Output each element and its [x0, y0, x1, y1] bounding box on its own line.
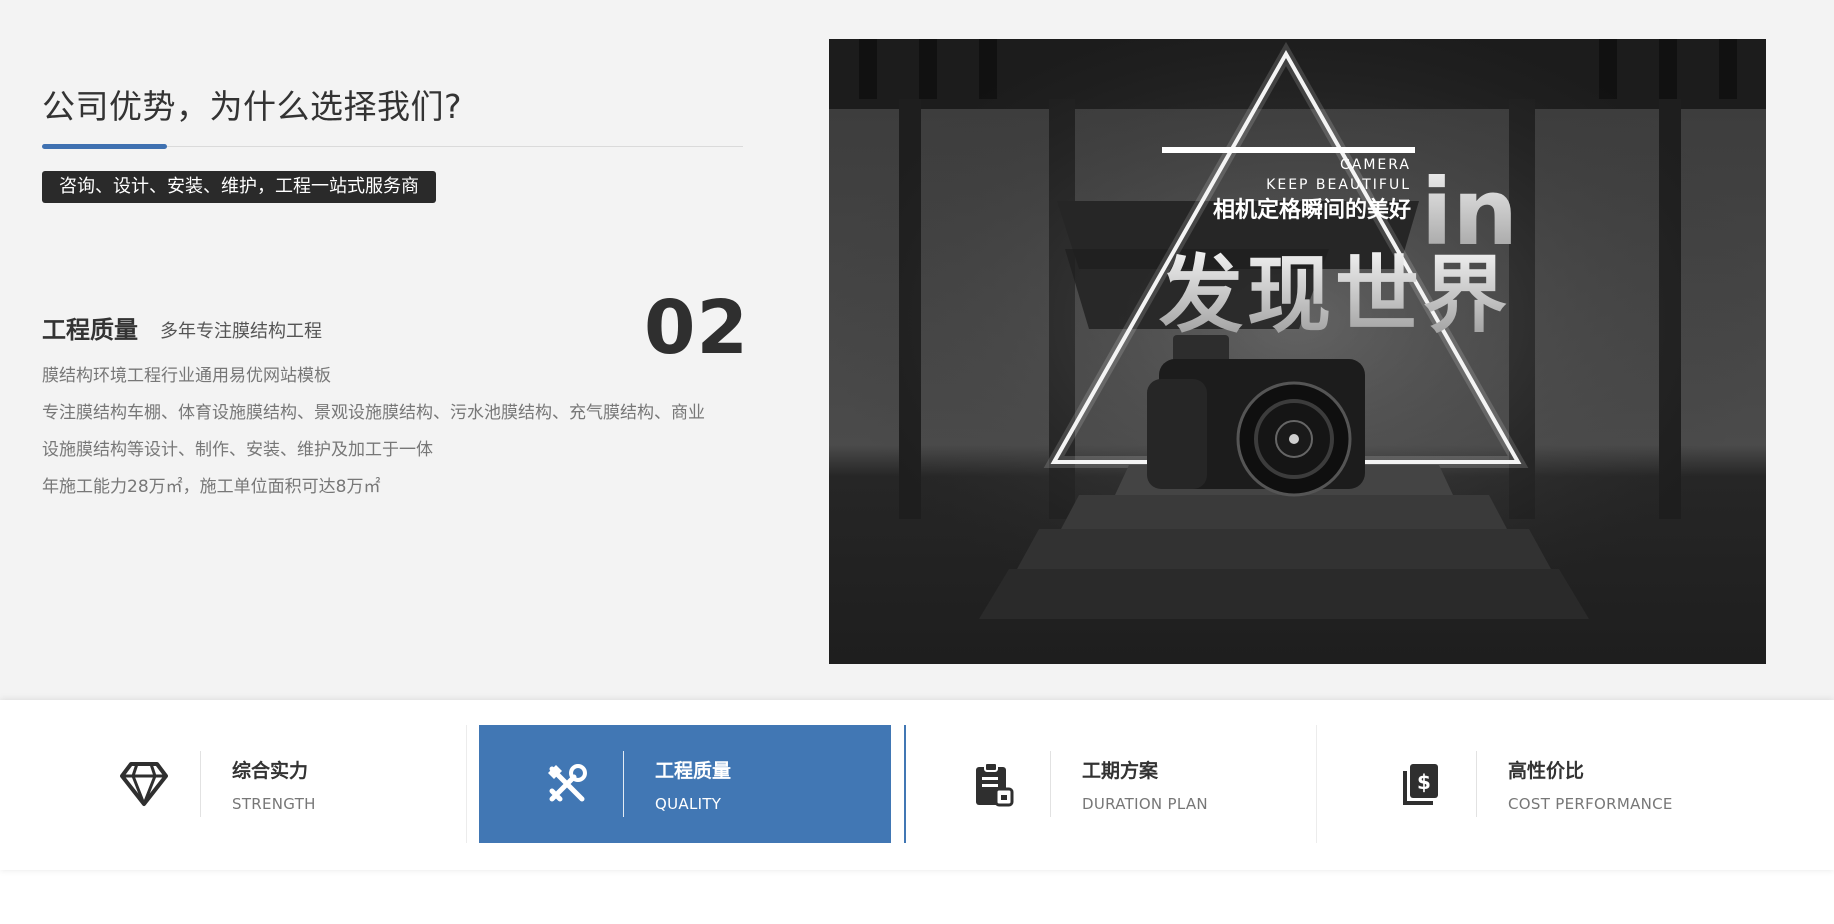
- feature-title: 工程质量: [42, 316, 138, 344]
- tab-title: 工程质量: [655, 759, 732, 782]
- title-rule-accent: [42, 144, 167, 149]
- clipboard-icon: [954, 761, 1034, 807]
- tab-subtitle: DURATION PLAN: [1082, 794, 1208, 813]
- banner-line-1: CAMERA: [1340, 157, 1411, 173]
- svg-text:$: $: [1417, 770, 1431, 794]
- tab-text: 工期方案 DURATION PLAN: [1082, 756, 1208, 813]
- tab-separator: [1050, 751, 1051, 817]
- banner-line-3: 相机定格瞬间的美好: [1213, 197, 1411, 223]
- tab-text: 工程质量 QUALITY: [655, 756, 731, 813]
- advantage-tabs: 综合实力 STRENGTH 工程质量 QUALITY 工期方案 DURATION…: [0, 700, 1834, 870]
- tab-cost-performance[interactable]: $ 高性价比 COST PERFORMANCE: [1292, 725, 1812, 843]
- tools-icon: [527, 761, 607, 807]
- tab-separator: [623, 751, 624, 817]
- tab-strength[interactable]: 综合实力 STRENGTH: [16, 725, 466, 843]
- tagline-badge: 咨询、设计、安装、维护，工程一站式服务商: [42, 171, 436, 203]
- tab-duration-plan[interactable]: 工期方案 DURATION PLAN: [866, 725, 1316, 843]
- tab-text: 高性价比 COST PERFORMANCE: [1508, 756, 1673, 813]
- tab-subtitle: STRENGTH: [232, 794, 316, 813]
- section-title: 公司优势，为什么选择我们?: [42, 87, 463, 126]
- dollar-book-icon: $: [1380, 761, 1460, 807]
- feature-banner-image: CAMERA KEEP BEAUTIFUL 相机定格瞬间的美好 in 发现世界: [829, 39, 1766, 664]
- tab-title: 工期方案: [1082, 759, 1159, 782]
- tab-separator: [200, 751, 201, 817]
- tab-title: 综合实力: [232, 759, 309, 782]
- feature-number: 02: [644, 285, 749, 371]
- banner-headline: 发现世界: [1159, 246, 1511, 344]
- diamond-icon: [104, 761, 184, 807]
- feature-subtitle: 多年专注膜结构工程: [160, 321, 322, 342]
- advantage-section: 公司优势，为什么选择我们? 咨询、设计、安装、维护，工程一站式服务商 工程质量 …: [0, 0, 1834, 700]
- tab-title: 高性价比: [1508, 759, 1585, 782]
- feature-desc-line: 设施膜结构等设计、制作、安装、维护及加工于一体: [42, 440, 433, 460]
- tab-divider: [466, 725, 467, 843]
- tab-quality[interactable]: 工程质量 QUALITY: [479, 725, 891, 843]
- feature-desc-line: 膜结构环境工程行业通用易优网站模板: [42, 366, 331, 386]
- banner-line-2: KEEP BEAUTIFUL: [1266, 177, 1411, 193]
- tab-text: 综合实力 STRENGTH: [232, 756, 316, 813]
- feature-desc-line: 年施工能力28万㎡，施工单位面积可达8万㎡: [42, 477, 381, 497]
- tab-separator: [1476, 751, 1477, 817]
- tab-subtitle: QUALITY: [655, 794, 722, 813]
- feature-desc-line: 专注膜结构车棚、体育设施膜结构、景观设施膜结构、污水池膜结构、充气膜结构、商业: [42, 403, 705, 423]
- tab-subtitle: COST PERFORMANCE: [1508, 794, 1673, 813]
